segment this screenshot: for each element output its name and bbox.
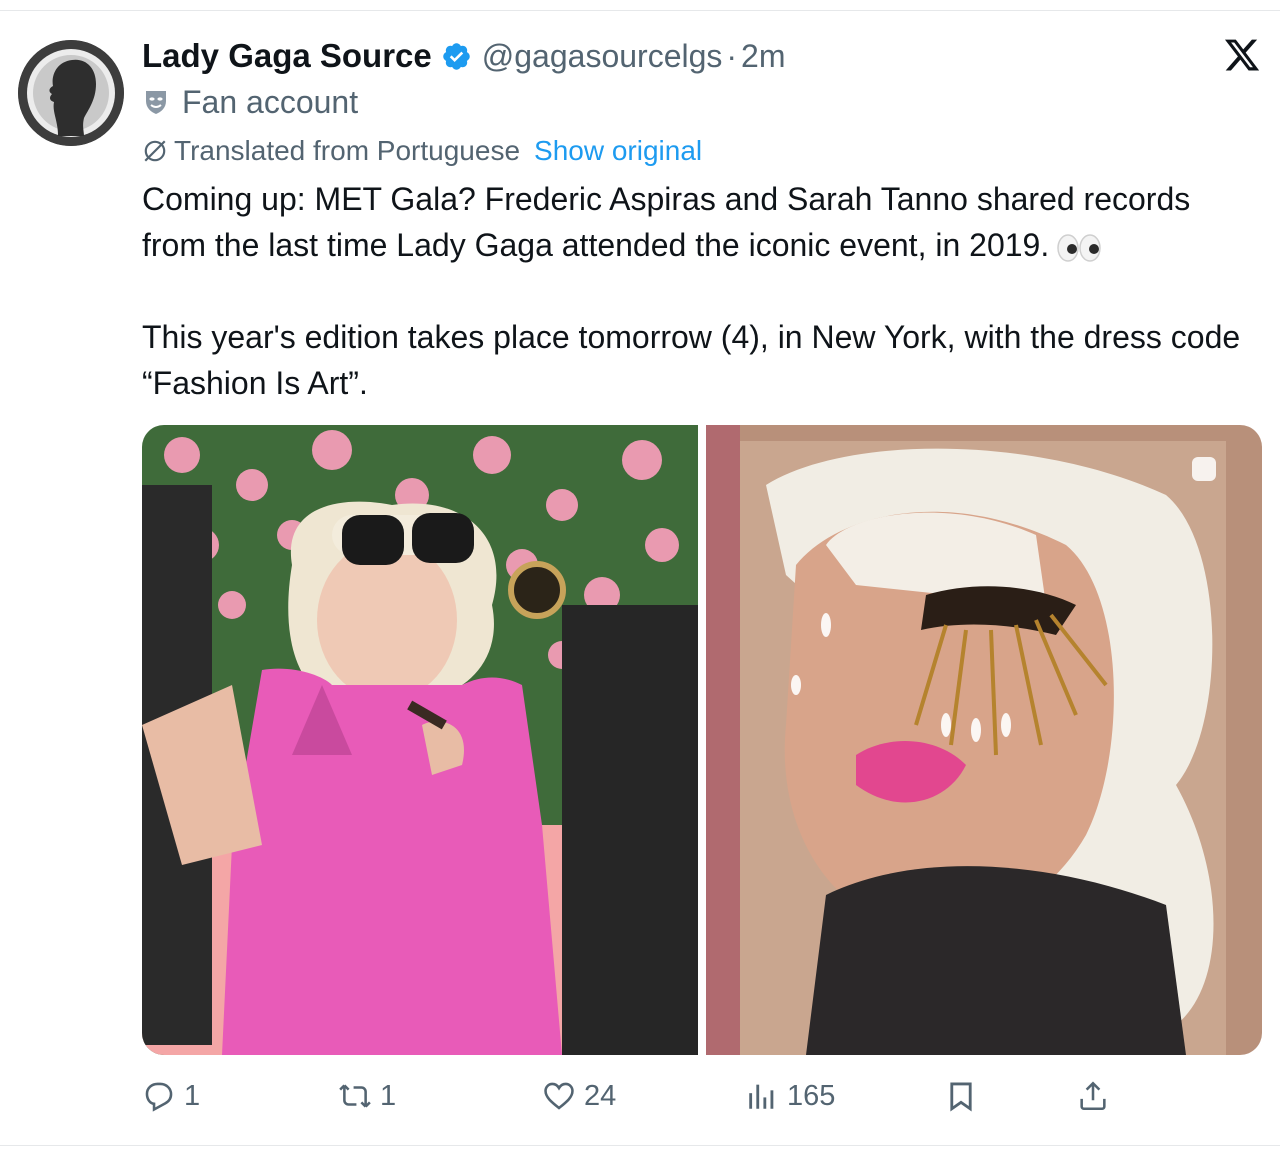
photo-makeup-closeup xyxy=(706,425,1262,1055)
fan-account-mask-icon xyxy=(146,91,166,114)
account-label: Fan account xyxy=(144,82,358,122)
like-count: 24 xyxy=(584,1079,617,1112)
repost-icon xyxy=(339,1084,371,1108)
translation-text: Translated from Portuguese xyxy=(174,135,521,166)
photo-pink-dress[interactable] xyxy=(142,425,698,1055)
show-original-link[interactable]: Show original xyxy=(534,135,702,167)
photo-pink-dress-sunglasses xyxy=(142,425,698,1055)
heart-icon xyxy=(544,1082,574,1110)
bookmark-icon xyxy=(950,1082,972,1112)
reply-button[interactable]: 1 xyxy=(142,1070,200,1122)
author-name[interactable]: Lady Gaga Source xyxy=(142,37,432,75)
translate-globe-icon xyxy=(144,140,166,162)
top-divider xyxy=(0,10,1280,11)
bottom-divider xyxy=(0,1145,1280,1146)
tweet-header: Lady Gaga Source @gagasourcelgs · 2m xyxy=(142,34,786,78)
x-logo-icon[interactable] xyxy=(1222,36,1262,74)
repost-count: 1 xyxy=(380,1079,397,1112)
reply-icon xyxy=(145,1082,173,1112)
media-grid xyxy=(142,425,1262,1055)
like-button[interactable]: 24 xyxy=(542,1070,616,1122)
analytics-bars-icon xyxy=(749,1084,774,1109)
fan-account-label: Fan account xyxy=(182,83,359,120)
post-time[interactable]: 2m xyxy=(741,38,785,75)
action-bar: 1 1 24 165 xyxy=(142,1070,1262,1122)
views-button[interactable]: 165 xyxy=(745,1070,835,1122)
share-upload-icon xyxy=(1080,1081,1106,1111)
avatar-silhouette-icon xyxy=(18,40,124,146)
author-handle[interactable]: @gagasourcelgs xyxy=(482,38,723,75)
repost-button[interactable]: 1 xyxy=(338,1070,396,1122)
verified-badge-icon xyxy=(443,42,470,70)
reply-count: 1 xyxy=(184,1079,201,1112)
tweet-paragraph: This year's edition takes place tomorrow… xyxy=(142,319,1241,401)
views-count: 165 xyxy=(787,1079,836,1112)
tweet-paragraph: Coming up: MET Gala? Frederic Aspiras an… xyxy=(142,181,1191,263)
photo-makeup[interactable] xyxy=(706,425,1262,1055)
separator-dot: · xyxy=(726,37,738,74)
share-button[interactable] xyxy=(1076,1070,1110,1122)
translation-notice: Translated from Portuguese Show original xyxy=(142,132,702,170)
eyes-emoji-icon xyxy=(1057,233,1101,262)
bookmark-button[interactable] xyxy=(944,1070,978,1122)
avatar[interactable] xyxy=(18,40,124,146)
tweet-body: Coming up: MET Gala? Frederic Aspiras an… xyxy=(142,176,1252,406)
